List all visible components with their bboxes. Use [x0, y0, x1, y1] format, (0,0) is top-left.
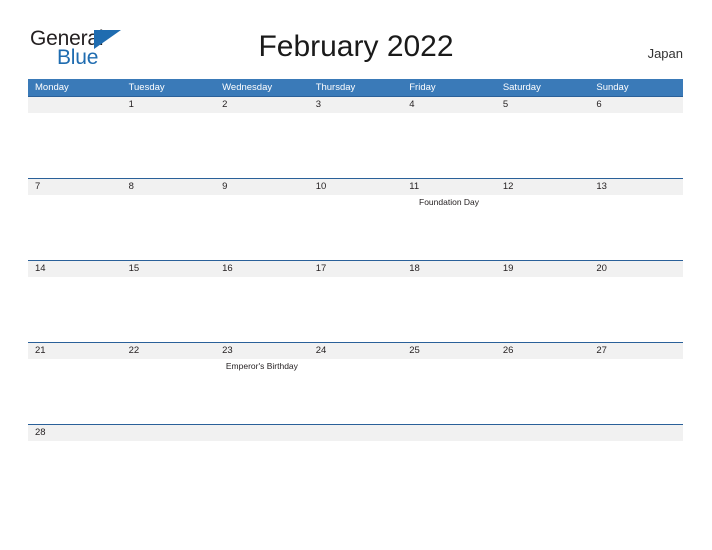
day-cell[interactable]: 15 [121, 261, 216, 342]
day-number-band [121, 97, 216, 113]
day-number: 20 [596, 263, 607, 274]
day-number: 24 [315, 345, 327, 356]
day-number-band [495, 425, 590, 441]
page-title: February 2022 [258, 30, 454, 63]
day-number-band [495, 97, 590, 113]
day-cell[interactable]: 23 Emperor's Birthday [215, 343, 309, 424]
day-cell[interactable]: 8 [121, 179, 216, 260]
day-cell[interactable]: 11 Foundation Day [402, 179, 496, 260]
day-number-band [589, 425, 683, 441]
day-number: 12 [502, 181, 514, 192]
day-cell[interactable]: 25 [402, 343, 496, 424]
day-number: 13 [596, 181, 607, 192]
day-number: 7 [35, 181, 41, 192]
day-number: 1 [128, 99, 134, 110]
day-cell[interactable] [121, 425, 216, 442]
day-cell[interactable]: 4 [402, 97, 496, 178]
day-cell[interactable] [215, 425, 309, 442]
week-row: 28 [28, 424, 683, 442]
weekday-wednesday: Wednesday [222, 82, 273, 93]
day-number-band [28, 97, 122, 113]
day-number: 16 [222, 263, 233, 274]
weekday-saturday: Saturday [502, 82, 541, 93]
day-cell[interactable]: 13 [589, 179, 683, 260]
day-number-band [589, 97, 683, 113]
week-row: 14 15 16 17 18 19 20 [28, 260, 683, 342]
day-number: 21 [35, 345, 46, 356]
week-row: 21 22 23 Emperor's Birthday 24 25 26 27 [28, 342, 683, 424]
day-number: 5 [502, 99, 509, 110]
day-cell[interactable]: 7 [28, 179, 122, 260]
day-number: 25 [409, 345, 420, 356]
day-number: 8 [128, 181, 134, 192]
day-number: 27 [596, 345, 607, 356]
day-number: 17 [315, 263, 327, 274]
day-cell[interactable] [495, 425, 590, 442]
page-header: General Blue February 2022 Japan [0, 0, 712, 78]
day-number: 6 [596, 99, 602, 110]
day-cell[interactable]: 2 [215, 97, 309, 178]
day-number: 4 [409, 99, 415, 110]
day-cell[interactable] [28, 97, 122, 178]
day-number-band [121, 179, 216, 195]
day-cell[interactable]: 12 [495, 179, 590, 260]
day-cell[interactable]: 26 [495, 343, 590, 424]
day-cell[interactable]: 22 [121, 343, 216, 424]
day-cell[interactable]: 28 [28, 425, 122, 442]
weekday-sunday: Sunday [596, 82, 629, 93]
day-cell[interactable] [308, 425, 403, 442]
day-number: 3 [315, 99, 321, 110]
day-cell[interactable]: 17 [308, 261, 403, 342]
day-cell[interactable]: 5 [495, 97, 590, 178]
day-number-band [121, 425, 216, 441]
day-cell[interactable]: 1 [121, 97, 216, 178]
day-number: 23 [222, 345, 233, 356]
day-number-band [215, 97, 309, 113]
weekday-friday: Friday [409, 82, 436, 93]
day-number-band [402, 425, 496, 441]
day-number: 9 [222, 181, 228, 192]
day-number: 10 [315, 181, 327, 192]
day-number: 15 [128, 263, 140, 274]
day-number-band [402, 97, 496, 113]
calendar-grid: Monday Tuesday Wednesday Thursday Friday… [28, 79, 683, 442]
day-number: 26 [502, 345, 514, 356]
week-row: 7 8 9 10 11 Foundation Day 12 13 [28, 178, 683, 260]
weekday-header-row: Monday Tuesday Wednesday Thursday Friday… [28, 79, 683, 96]
week-row: 1 2 3 4 5 6 [28, 96, 683, 178]
day-cell[interactable]: 14 [28, 261, 122, 342]
day-number-band [215, 179, 309, 195]
day-cell[interactable]: 16 [215, 261, 309, 342]
day-cell[interactable]: 9 [215, 179, 309, 260]
weekday-thursday: Thursday [315, 82, 356, 93]
day-cell[interactable]: 27 [589, 343, 683, 424]
calendar-page: General Blue February 2022 Japan Monday … [0, 0, 712, 550]
day-cell[interactable] [589, 425, 683, 442]
day-number: 11 [409, 181, 420, 192]
day-cell[interactable]: 18 [402, 261, 496, 342]
day-cell[interactable]: 20 [589, 261, 683, 342]
day-cell[interactable]: 3 [308, 97, 403, 178]
weekday-monday: Monday [35, 82, 69, 93]
day-number-band [215, 425, 309, 441]
day-cell[interactable]: 6 [589, 97, 683, 178]
day-event: Emperor's Birthday [225, 361, 298, 371]
day-number-band [308, 425, 403, 441]
day-number: 18 [409, 263, 420, 274]
day-number-band [308, 97, 403, 113]
day-event: Foundation Day [419, 197, 480, 207]
day-number: 28 [35, 427, 46, 438]
country-label: Japan [647, 46, 683, 61]
day-number-band [28, 179, 122, 195]
day-number: 14 [35, 263, 46, 274]
day-number: 22 [128, 345, 140, 356]
day-number: 19 [502, 263, 514, 274]
weekday-tuesday: Tuesday [128, 82, 165, 93]
day-cell[interactable] [402, 425, 496, 442]
day-cell[interactable]: 21 [28, 343, 122, 424]
day-cell[interactable]: 24 [308, 343, 403, 424]
day-cell[interactable]: 19 [495, 261, 590, 342]
day-number: 2 [222, 99, 228, 110]
day-cell[interactable]: 10 [308, 179, 403, 260]
